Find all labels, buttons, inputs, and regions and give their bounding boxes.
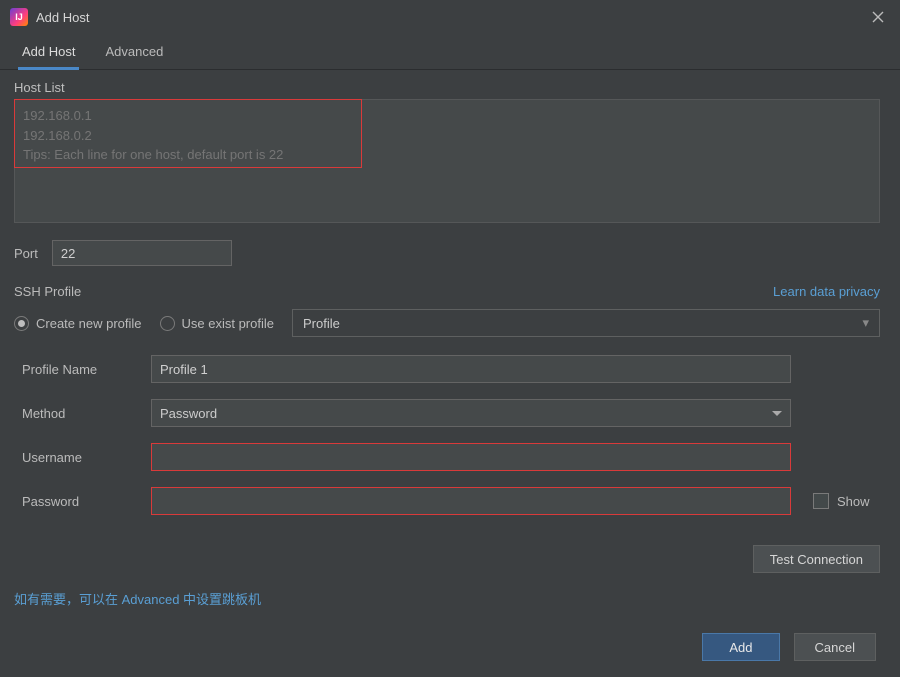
app-icon: IJ	[10, 8, 28, 26]
add-button[interactable]: Add	[702, 633, 779, 661]
username-input[interactable]	[151, 443, 791, 471]
profile-select[interactable]: Profile ▾	[292, 309, 880, 337]
port-label: Port	[14, 246, 38, 261]
advanced-tip-link[interactable]: 如有需要，可以在 Advanced 中设置跳板机	[14, 589, 880, 608]
profile-name-input[interactable]	[151, 355, 791, 383]
checkbox-label: Show	[837, 494, 870, 509]
window-title: Add Host	[36, 10, 89, 25]
username-label: Username	[14, 450, 139, 465]
checkbox-icon	[813, 493, 829, 509]
learn-privacy-link[interactable]: Learn data privacy	[773, 284, 880, 299]
port-input[interactable]	[52, 240, 232, 266]
radio-label: Use exist profile	[182, 316, 274, 331]
host-list-input[interactable]	[14, 99, 880, 223]
host-list-label: Host List	[14, 80, 880, 95]
tab-add-host[interactable]: Add Host	[20, 40, 77, 69]
method-label: Method	[14, 406, 139, 421]
password-label: Password	[14, 494, 139, 509]
title-bar: IJ Add Host	[0, 0, 900, 34]
profile-name-label: Profile Name	[14, 362, 139, 377]
radio-icon	[14, 316, 29, 331]
password-input[interactable]	[151, 487, 791, 515]
tabs: Add Host Advanced	[0, 34, 900, 70]
radio-use-exist-profile[interactable]: Use exist profile	[160, 316, 274, 331]
tab-advanced[interactable]: Advanced	[103, 40, 165, 69]
profile-select-value: Profile	[303, 316, 340, 331]
method-value: Password	[160, 406, 217, 421]
radio-label: Create new profile	[36, 316, 142, 331]
chevron-down-icon: ▾	[862, 315, 869, 331]
cancel-button[interactable]: Cancel	[794, 633, 876, 661]
ssh-profile-label: SSH Profile	[14, 284, 81, 299]
test-connection-button[interactable]: Test Connection	[753, 545, 880, 573]
radio-create-new-profile[interactable]: Create new profile	[14, 316, 142, 331]
method-select[interactable]: Password	[151, 399, 791, 427]
show-password-checkbox[interactable]: Show	[813, 493, 870, 509]
chevron-down-icon	[772, 411, 782, 416]
close-icon[interactable]	[866, 5, 890, 29]
radio-icon	[160, 316, 175, 331]
